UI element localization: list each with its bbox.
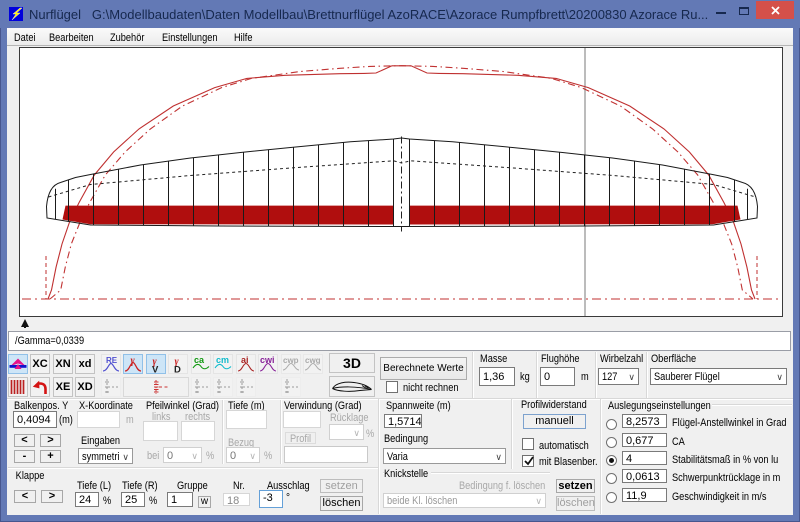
svg-text:D: D bbox=[174, 365, 181, 374]
svg-text:cm: cm bbox=[216, 355, 229, 365]
svg-text:ca: ca bbox=[194, 355, 205, 365]
svg-text:V: V bbox=[152, 365, 159, 374]
